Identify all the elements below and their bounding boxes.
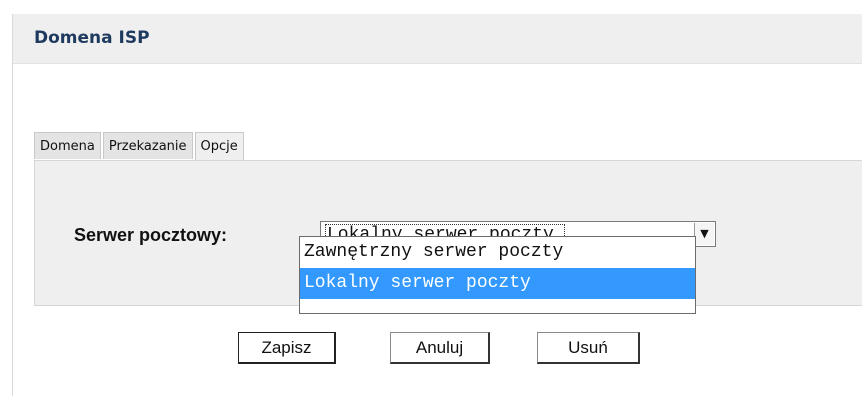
chevron-down-icon[interactable]: ▼: [694, 223, 714, 245]
delete-button[interactable]: Usuń: [537, 332, 640, 364]
page: Domena ISP Domena Przekazanie Opcje Serw…: [0, 0, 862, 396]
option-local-mail-server[interactable]: Lokalny serwer poczty: [300, 268, 695, 299]
action-buttons: Zapisz Anuluj Usuń: [13, 332, 862, 364]
panel-header: Domena ISP: [13, 14, 862, 64]
mail-server-label: Serwer pocztowy:: [74, 225, 228, 245]
option-external-mail-server[interactable]: Zawnętrzny serwer poczty: [300, 237, 695, 268]
tab-przekazanie[interactable]: Przekazanie: [102, 132, 193, 159]
panel-title: Domena ISP: [34, 28, 150, 48]
tab-bar: Domena Przekazanie Opcje: [34, 132, 246, 161]
mail-server-dropdown-list: Zawnętrzny serwer poczty Lokalny serwer …: [299, 236, 696, 314]
cancel-button[interactable]: Anuluj: [390, 332, 490, 364]
save-button[interactable]: Zapisz: [238, 332, 336, 364]
isp-domain-panel: Domena ISP Domena Przekazanie Opcje Serw…: [12, 14, 862, 396]
tab-opcje[interactable]: Opcje: [194, 132, 244, 161]
tab-domena[interactable]: Domena: [34, 132, 101, 159]
